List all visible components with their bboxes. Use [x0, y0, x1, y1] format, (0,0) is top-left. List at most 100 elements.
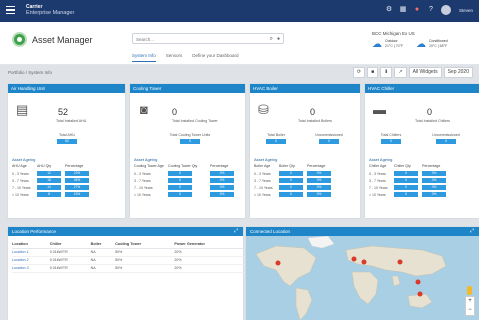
col-header: Cooling Tower [115, 240, 175, 249]
breadcrumb[interactable]: Portfolio / System Info [8, 70, 52, 75]
card-sub-value: 0 [266, 139, 286, 144]
refresh-button[interactable]: ⟳ [352, 67, 366, 78]
location-marker[interactable] [275, 260, 281, 266]
table-row: Location 3 0.01kW/TR NA 50% 20% [12, 264, 244, 273]
card-count: 0 [172, 107, 178, 117]
alert-icon[interactable]: ● [413, 6, 421, 14]
col-header: AHU Age [12, 164, 27, 168]
card-sub-label: Total AHU [59, 133, 75, 137]
tab-system-info[interactable]: System Info [132, 53, 156, 62]
ageing-table: Chiller Age Chiller Qty Percentage 0 - 3 Y… [369, 164, 450, 198]
col-header: Cooling Tower Age [134, 164, 164, 168]
location-marker[interactable] [397, 259, 403, 265]
location-marker[interactable] [361, 259, 367, 265]
outdoor-weather: ☁ Outdoor 21°C | 70°F [372, 39, 403, 51]
card-hvac-chiller: HVAC Chiller ▬ 0 Total Installed Chiller… [365, 84, 479, 218]
table-row: 3 - 7 Years 0 0% [134, 177, 238, 184]
outdoor-label: Outdoor [385, 39, 398, 43]
expand-icon[interactable]: ⤢ [470, 227, 474, 236]
card-count-label: Total Installed Chillers [415, 119, 450, 123]
asset-ageing-title: Asset Ageing [369, 157, 393, 162]
card-sub-label: Uncommissioned [315, 133, 343, 137]
boiler-icon: ⛁ [258, 102, 269, 117]
card-title: Air Handling Unit [8, 84, 125, 93]
col-header: Location [12, 240, 50, 249]
cloud-icon: ☁ [372, 39, 382, 50]
settings-icon[interactable]: ⚙ [385, 6, 393, 14]
asset-ageing-title: Asset Ageing [12, 157, 36, 162]
col-header: Chiller Age [369, 164, 387, 168]
table-row: 3 - 7 Years 18 35% [12, 177, 93, 184]
brand-product: Enterprise Manager [26, 10, 75, 16]
location-link[interactable]: Location 3 [12, 264, 50, 273]
expand-icon[interactable]: ⤢ [234, 227, 238, 236]
table-row: 7 - 10 Years 14 27% [12, 184, 93, 191]
download-button[interactable]: ⬇ [380, 67, 393, 78]
panel-header: Connected Location ⤢ [246, 227, 479, 236]
col-header: Power Generator [174, 240, 244, 249]
col-header: Chiller [49, 240, 91, 249]
asset-manager-logo-icon [12, 32, 27, 47]
tab-sensors[interactable]: Sensors [166, 53, 183, 62]
card-air-handling-unit: Air Handling Unit ▤ 52 Total Installed A… [8, 84, 125, 218]
table-row: Location 2 0.01kW/TR NA 50% 20% [12, 256, 244, 265]
world-map[interactable]: + − [246, 236, 479, 320]
share-button[interactable]: ↗ [394, 67, 407, 78]
conditioned-weather: ☁ Conditioned 20°C | 68°F [416, 39, 448, 51]
map-zoom-control[interactable]: + − [465, 296, 475, 316]
col-header: Percentage [65, 164, 84, 168]
outdoor-value: 21°C | 70°F [385, 43, 404, 48]
card-count: 0 [427, 107, 433, 117]
date-picker[interactable]: Sep 2020 [443, 67, 473, 78]
card-sub-value: 0 [436, 139, 456, 144]
user-name[interactable]: Steven [459, 8, 473, 13]
brand: Carrier Enterprise Manager [26, 4, 74, 16]
asset-ageing-title: Asset Ageing [134, 157, 158, 162]
col-header: Percentage [307, 164, 326, 168]
location-marker[interactable] [351, 256, 357, 262]
card-cooling-tower: Cooling Tower ◙ 0 Total Installed Coolin… [130, 84, 245, 218]
avatar[interactable] [441, 5, 451, 15]
mic-icon[interactable]: ● [277, 36, 280, 42]
connected-location-panel: Connected Location ⤢ + − [246, 227, 479, 320]
panel-title: Connected Location [250, 229, 291, 234]
location-marker[interactable] [417, 291, 423, 297]
search-box: ⌕ ● [132, 33, 284, 44]
location-link[interactable]: Location 2 [12, 256, 50, 265]
search-input[interactable] [136, 35, 262, 43]
cloud-icon: ☁ [416, 39, 426, 50]
col-header: Chiller Qty [394, 164, 411, 168]
panel-header: Location Performance ⤢ [8, 227, 243, 236]
table-row: 3 - 7 Years 0 0% [254, 177, 335, 184]
tab-define-dashboard[interactable]: Define your Dashboard [192, 53, 238, 62]
conditioned-value: 20°C | 68°F [429, 43, 448, 48]
widgets-dropdown[interactable]: All Widgets [408, 67, 442, 78]
site-selector[interactable]: BCC Michigan Ex US [372, 31, 415, 36]
card-title: HVAC Boiler [250, 84, 360, 93]
col-header: Cooling Tower Qty [168, 164, 198, 168]
card-title: Cooling Tower [130, 84, 245, 93]
location-performance-panel: Location Performance ⤢ Location Chiller … [8, 227, 244, 320]
asset-ageing-title: Asset Ageing [254, 157, 278, 162]
app-header: Asset Manager ⌕ ● System Info Sensors De… [0, 22, 479, 65]
grid-icon[interactable]: ▦ [399, 6, 407, 14]
search-icon[interactable]: ⌕ [270, 36, 273, 43]
location-marker[interactable] [415, 279, 421, 285]
chiller-icon: ▬ [373, 102, 386, 117]
col-header: Boiler Age [254, 164, 271, 168]
expand-button[interactable]: ■ [367, 67, 379, 78]
page-title: Asset Manager [32, 35, 93, 45]
card-sub-value: 52 [57, 139, 77, 144]
card-hvac-boiler: HVAC Boiler ⛁ 0 Total Installed Boilers … [250, 84, 360, 218]
col-header: AHU Qty [37, 164, 52, 168]
hamburger-menu-icon[interactable] [6, 6, 15, 14]
street-view-icon[interactable] [467, 286, 472, 295]
table-row: > 10 Years 0 0% [369, 191, 450, 198]
ageing-table: Boiler Age Boiler Qty Percentage 0 - 3 Yea… [254, 164, 335, 198]
card-sub-value: 0 [319, 139, 339, 144]
help-icon[interactable]: ? [427, 6, 435, 14]
card-sub-label: Total Boiler [267, 133, 285, 137]
location-link[interactable]: Location 1 [12, 248, 50, 257]
card-count-label: Total Installed Cooling Tower [172, 119, 218, 123]
col-header: Percentage [422, 164, 441, 168]
